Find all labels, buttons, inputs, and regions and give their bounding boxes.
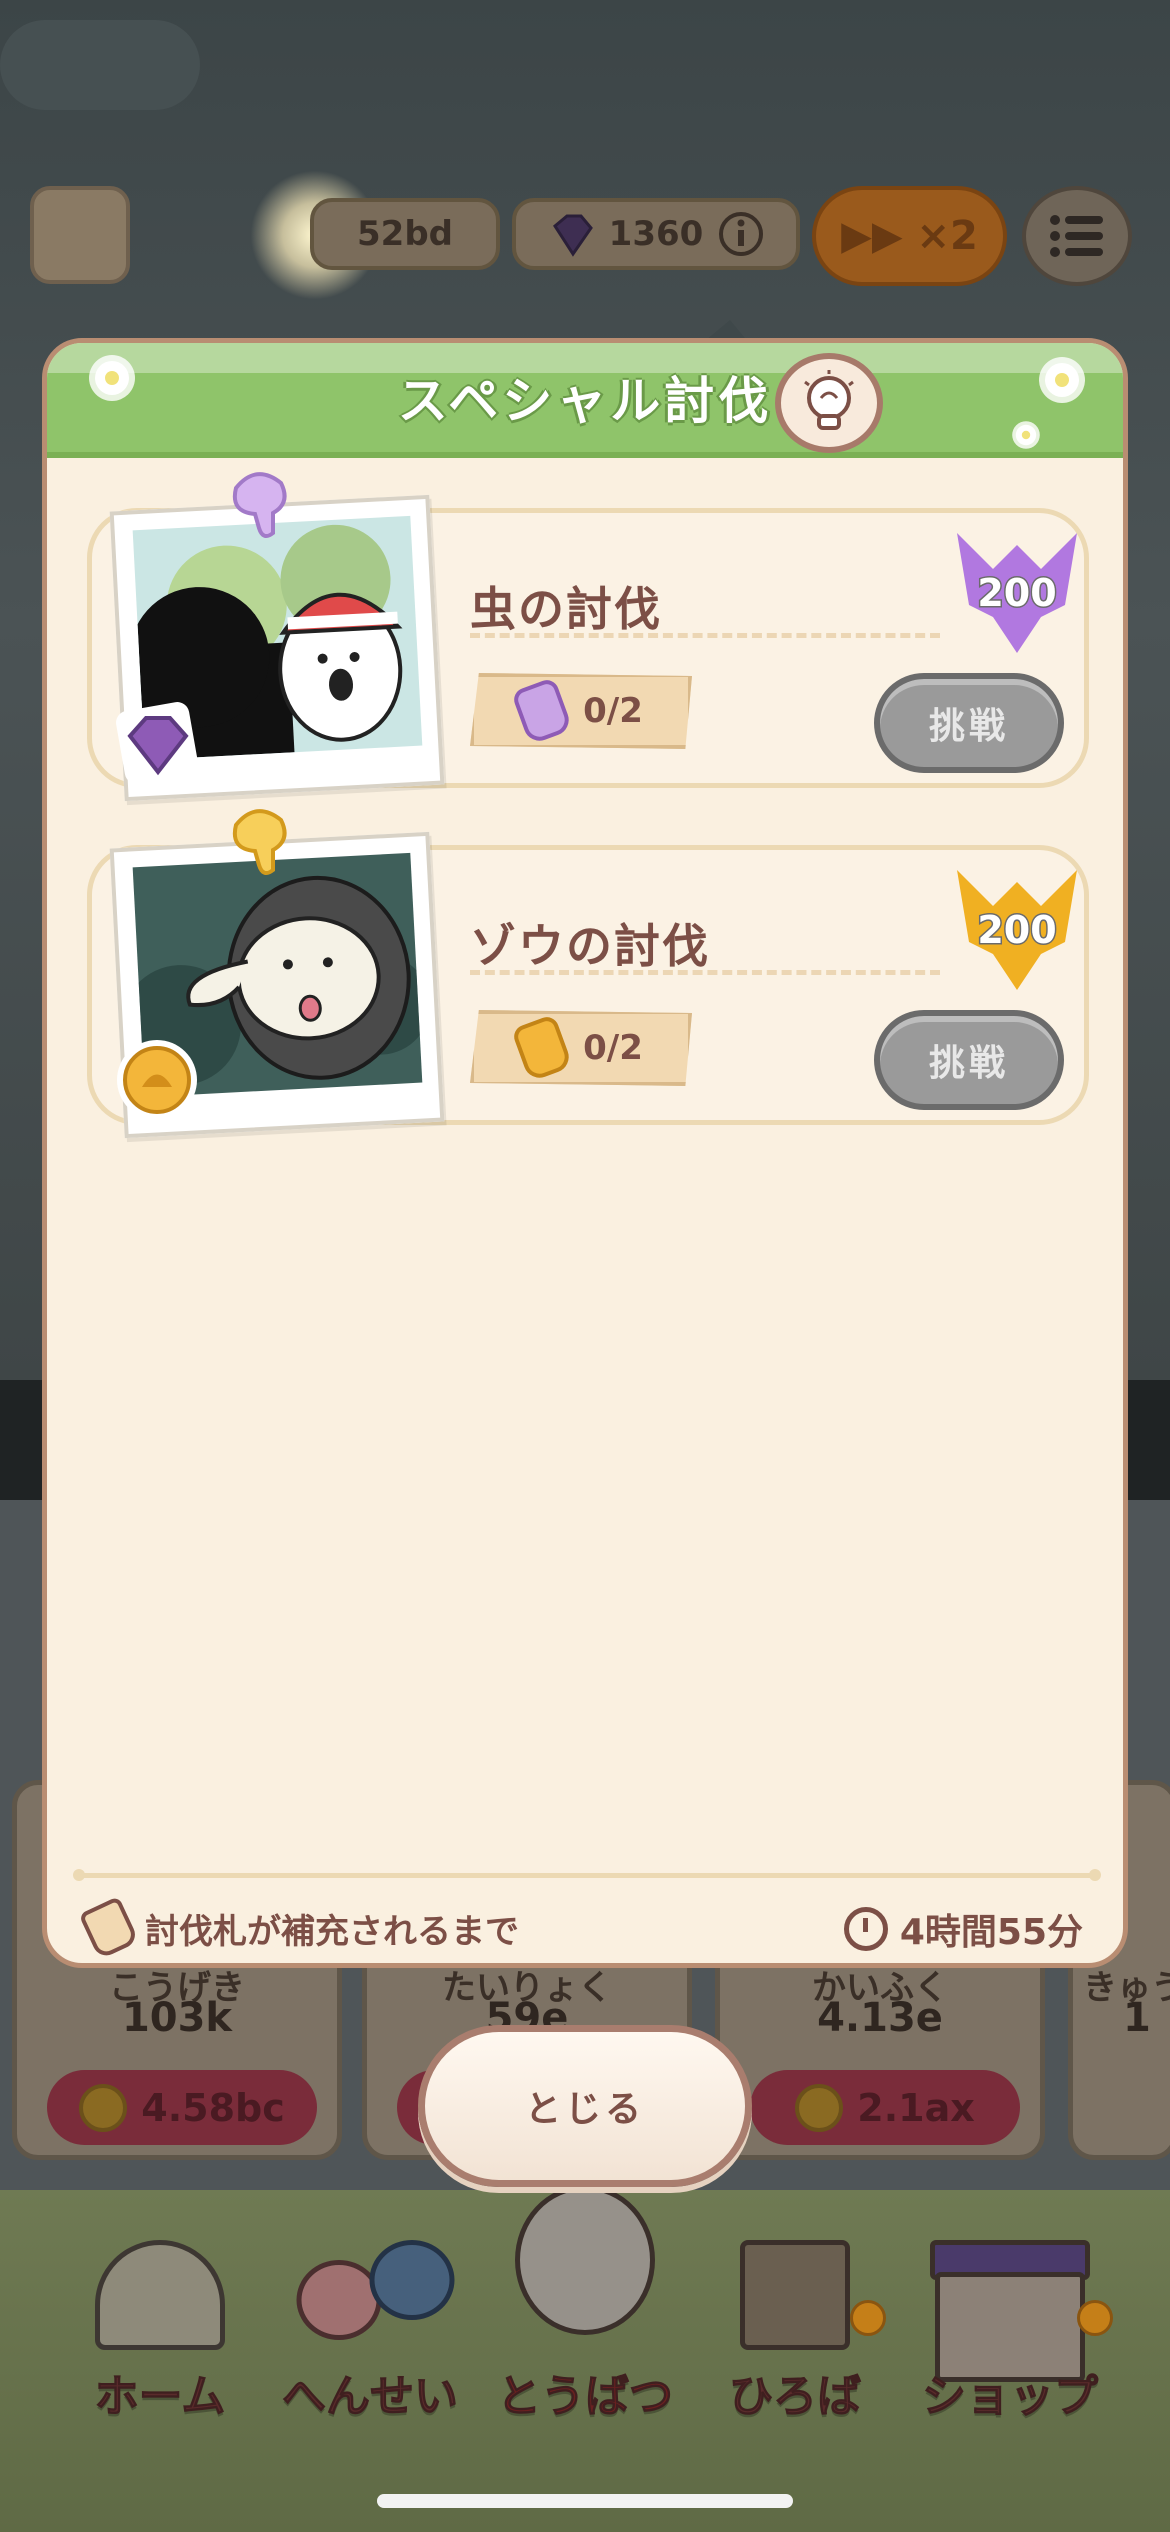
- nav-plaza[interactable]: ひろば: [690, 2240, 900, 2423]
- info-icon[interactable]: [717, 210, 765, 258]
- reward-value: 200: [976, 907, 1058, 954]
- stat-value: 1: [1123, 1995, 1151, 2041]
- dialog-header: スペシャル討伐: [47, 343, 1123, 458]
- ticket-count: 0/2: [583, 691, 643, 731]
- signpost-icon: [740, 2240, 850, 2350]
- list-icon: [1050, 215, 1103, 257]
- speed-label: ▶▶ ×2: [841, 213, 978, 259]
- house-icon: [95, 2240, 225, 2350]
- gem-icon: [552, 214, 593, 257]
- ticket-counter: 0/2: [470, 673, 692, 749]
- refill-timer: 4時間55分: [843, 1903, 1083, 1955]
- cloud-decoration: [0, 20, 200, 110]
- refill-label: 討伐札が補充されるまで: [145, 1911, 519, 1952]
- coin-counter: 52bd: [310, 198, 500, 270]
- stat-value: 4.13e: [817, 1995, 943, 2041]
- nav-label: ひろば: [729, 2371, 862, 2423]
- dashed-divider: [470, 970, 940, 975]
- mission-card-bug: 虫の討伐 0/2 200 挑戦: [87, 472, 1089, 802]
- nav-home[interactable]: ホーム: [55, 2240, 265, 2423]
- coin-icon: [79, 2083, 128, 2132]
- nav-shop[interactable]: ショップ: [905, 2240, 1115, 2423]
- upgrade-button[interactable]: 4.58bc: [47, 2070, 317, 2145]
- character-icon: [369, 2240, 455, 2320]
- mission-name: 虫の討伐: [470, 582, 662, 636]
- mission-name: ゾウの討伐: [470, 919, 710, 973]
- nav-label: とうばつ: [497, 2371, 674, 2423]
- home-indicator[interactable]: [377, 2494, 793, 2508]
- notification-dot: [1077, 2300, 1113, 2336]
- timer-value: 4時間55分: [899, 1912, 1083, 1953]
- hint-button[interactable]: [775, 353, 883, 453]
- dialog-title: スペシャル討伐: [397, 372, 773, 430]
- nav-subjugation[interactable]: とうばつ: [480, 2185, 690, 2423]
- nav-label: ショップ: [922, 2371, 1099, 2423]
- coin-icon: [795, 2083, 844, 2132]
- ticket-icon: [510, 1013, 574, 1083]
- pin-icon: [232, 809, 287, 876]
- challenge-button[interactable]: 挑戦: [874, 1010, 1064, 1110]
- reward-badge: 200: [957, 870, 1077, 990]
- upgrade-button[interactable]: 2.1ax: [750, 2070, 1020, 2145]
- nav-label: へんせい: [282, 2371, 459, 2423]
- profile-button[interactable]: [30, 186, 130, 284]
- reward-value: 200: [976, 570, 1058, 617]
- coin-icon: [117, 1040, 197, 1120]
- nav-label: ホーム: [94, 2371, 226, 2423]
- notification-dot: [850, 2300, 886, 2336]
- speed-toggle-button[interactable]: ▶▶ ×2: [812, 186, 1007, 286]
- ticket-count: 0/2: [583, 1028, 643, 1068]
- footer-divider: [73, 1869, 1101, 1881]
- menu-button[interactable]: [1022, 186, 1132, 286]
- gem-value: 1360: [608, 214, 704, 254]
- gem-icon: [116, 702, 198, 784]
- ticket-counter: 0/2: [470, 1010, 692, 1086]
- reward-badge: 200: [957, 533, 1077, 653]
- close-button[interactable]: とじる: [418, 2025, 752, 2187]
- character-icon: [296, 2260, 381, 2340]
- coin-value: 52bd: [357, 214, 453, 254]
- pin-icon: [232, 472, 287, 539]
- nav-formation[interactable]: へんせい: [265, 2240, 475, 2423]
- mission-card-elephant: ゾウの討伐 0/2 200 挑戦: [87, 809, 1089, 1139]
- gem-counter: 1360: [512, 198, 800, 270]
- stopwatch-icon: [843, 1907, 888, 1951]
- hero-character-icon: [515, 2185, 655, 2335]
- ticket-icon: [510, 676, 574, 746]
- lightbulb-icon: [804, 370, 854, 430]
- refill-info: 討伐札が補充されるまで: [78, 1896, 519, 1960]
- challenge-button[interactable]: 挑戦: [874, 673, 1064, 773]
- dashed-divider: [470, 633, 940, 638]
- special-subjugation-dialog: スペシャル討伐 虫の討伐 0/2 200 挑戦 ゾウの討伐 0/2 200 挑戦…: [42, 338, 1128, 1968]
- stat-value: 103k: [121, 1995, 233, 2041]
- ticket-icon: [78, 1896, 140, 1960]
